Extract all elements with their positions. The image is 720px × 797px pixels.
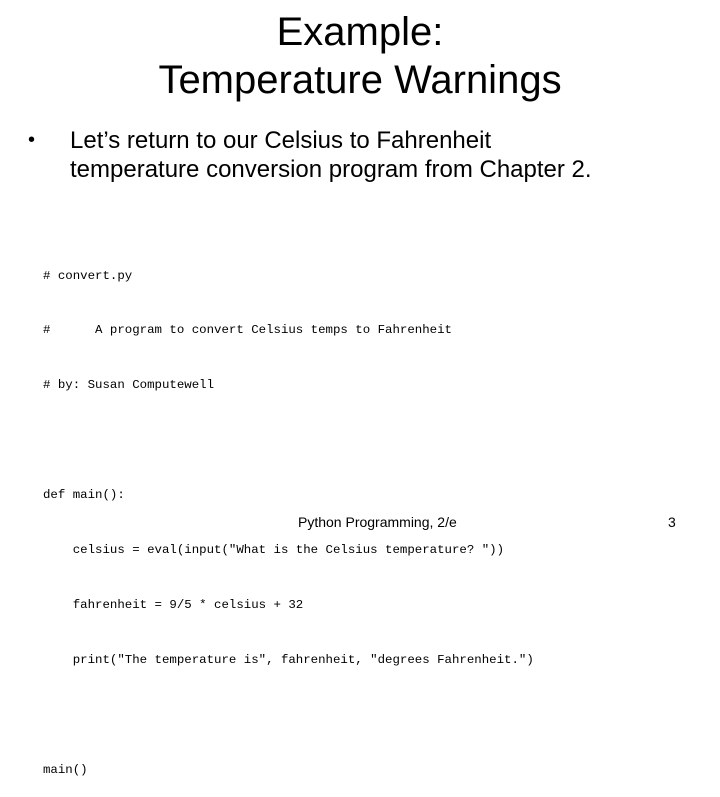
code-line: # by: Susan Computewell (43, 378, 215, 393)
code-line: # convert.py (43, 268, 133, 283)
bullet-text-line-2: temperature conversion program from Chap… (70, 156, 592, 183)
slide-title-line-2: Temperature Warnings (158, 58, 562, 102)
bullet-icon: • (28, 129, 36, 151)
code-line: main() (43, 762, 88, 777)
slide-number: 3 (668, 514, 676, 530)
bullet-text-line-1: Let’s return to our Celsius to Fahrenhei… (70, 127, 492, 154)
code-line: celsius = eval(input("What is the Celsiu… (43, 543, 505, 558)
code-line: # A program to convert Celsius temps to … (43, 323, 452, 338)
code-listing: # convert.py # A program to convert Cels… (43, 230, 534, 797)
code-line: fahrenheit = 9/5 * celsius + 32 (43, 597, 304, 612)
bullet-point: • Let’s return to our Celsius to Fahrenh… (28, 126, 708, 184)
footer-book-title: Python Programming, 2/e (298, 514, 457, 530)
slide-title: Example: Temperature Warnings (0, 8, 720, 104)
slide-title-line-1: Example: (276, 10, 444, 54)
code-line: def main(): (43, 488, 125, 503)
code-line: print("The temperature is", fahrenheit, … (43, 652, 534, 667)
